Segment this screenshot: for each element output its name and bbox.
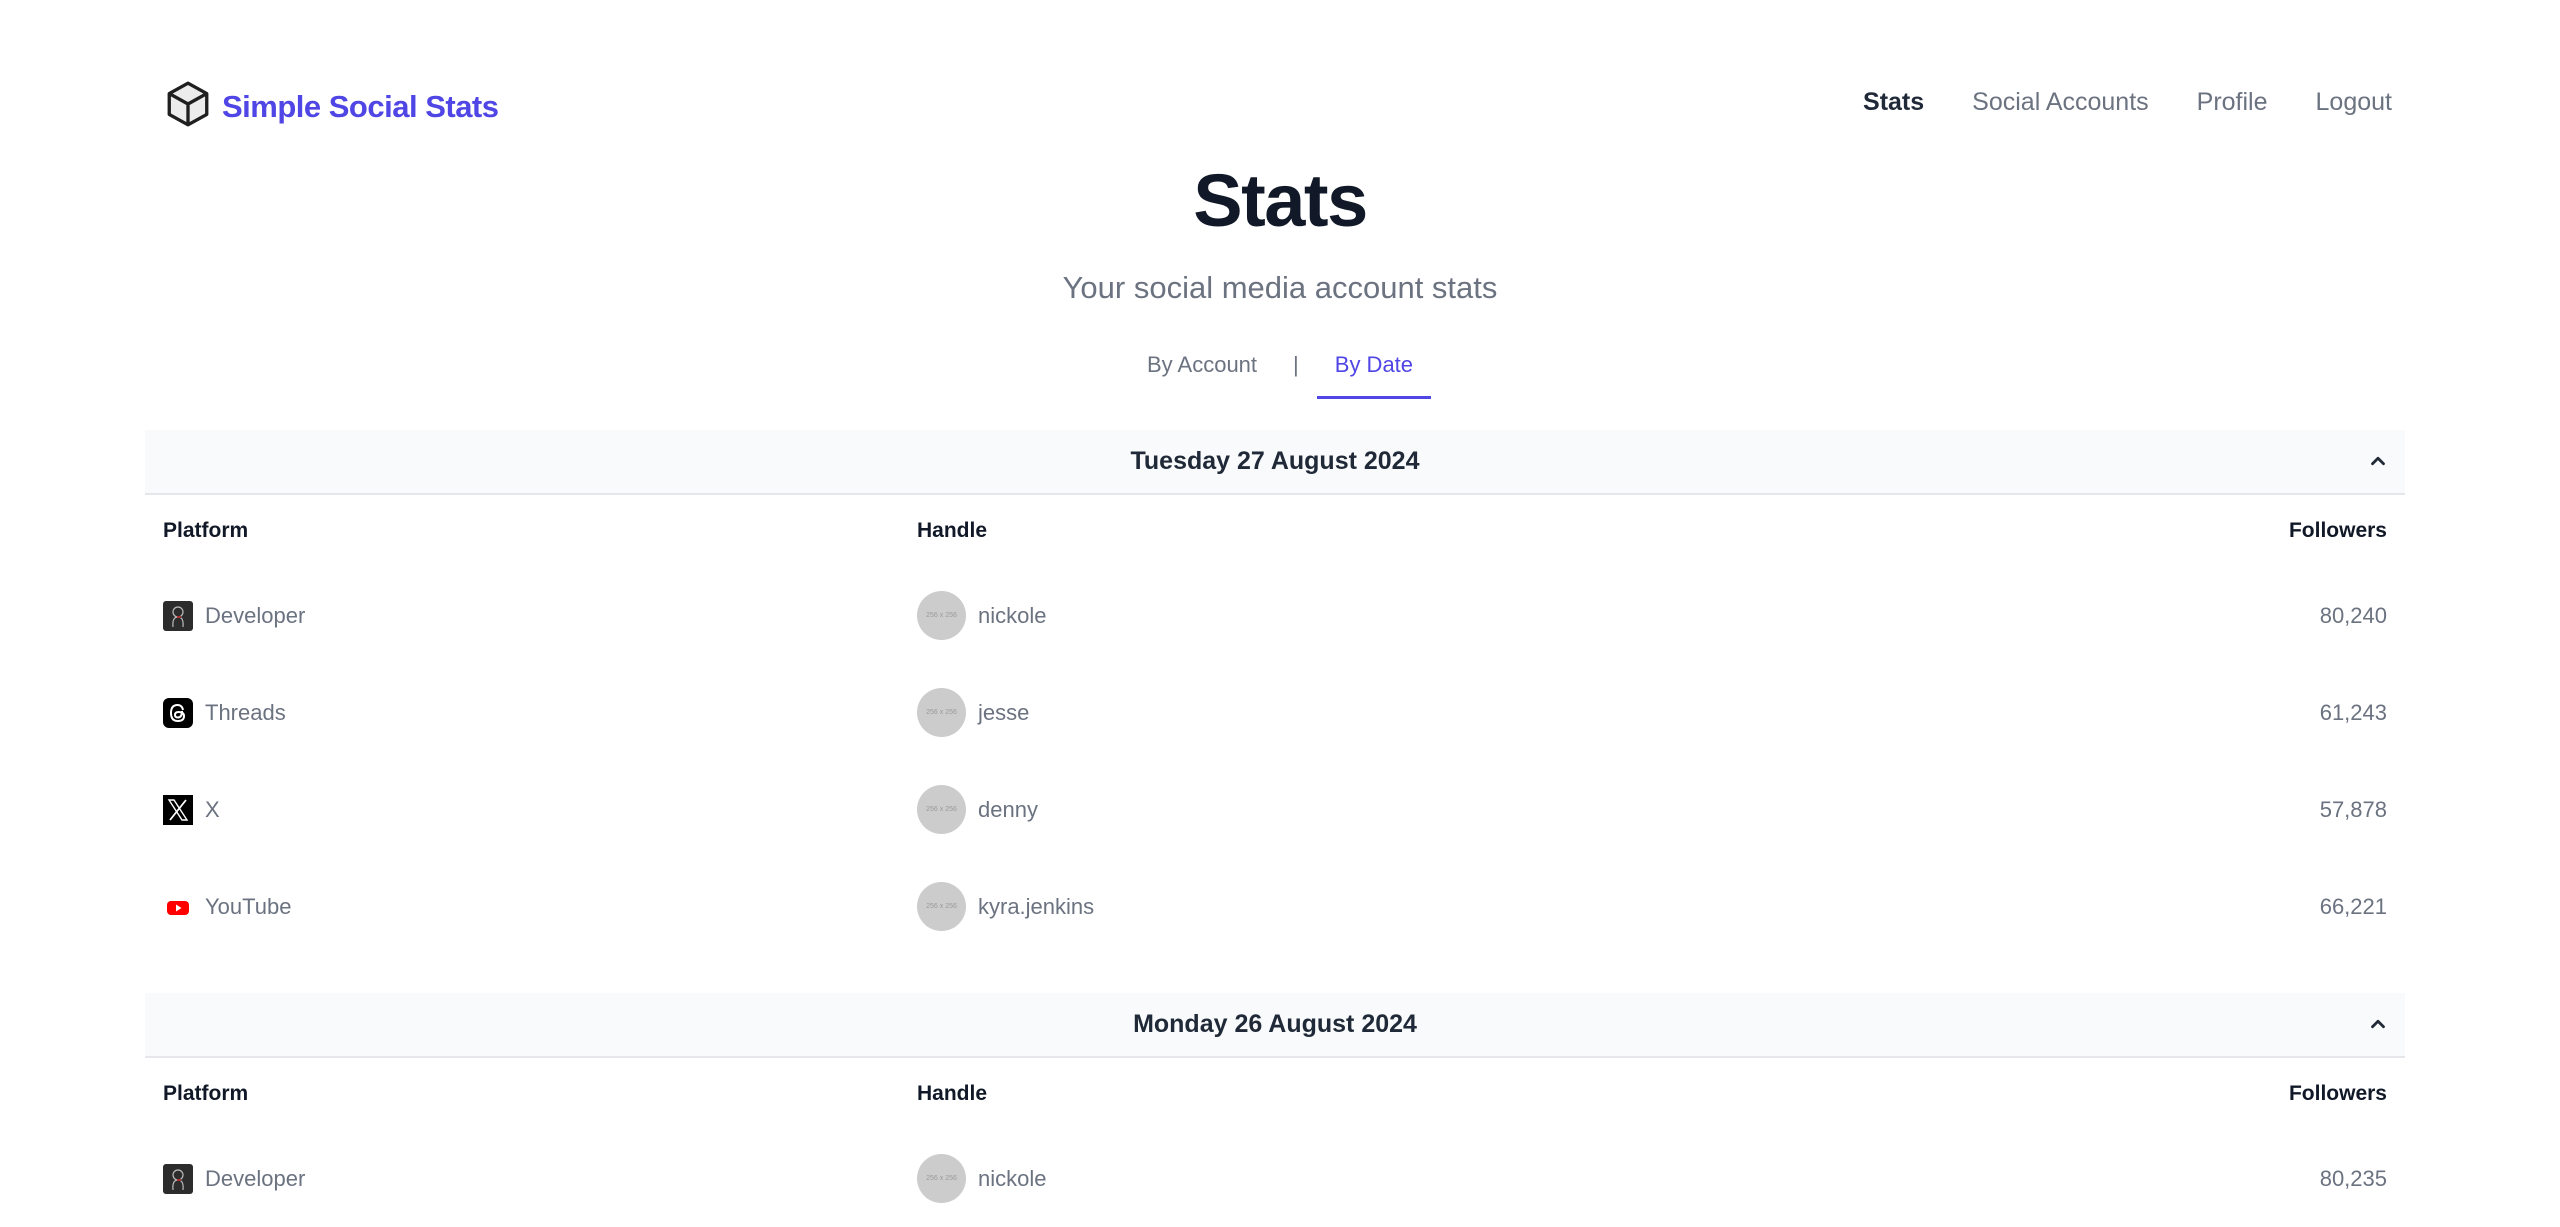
avatar: 256 x 256 bbox=[917, 688, 966, 737]
avatar: 256 x 256 bbox=[917, 882, 966, 931]
column-header-followers: Followers bbox=[2288, 1082, 2387, 1105]
column-header-platform: Platform bbox=[163, 1082, 249, 1105]
followers-count: 61,243 bbox=[2319, 699, 2387, 725]
stats-table: Platform Handle Followers Developer 256 … bbox=[145, 495, 2405, 955]
column-header-handle: Handle bbox=[917, 1082, 988, 1105]
table-header-row: Platform Handle Followers bbox=[145, 1058, 2405, 1130]
platform-name: Developer bbox=[205, 1165, 306, 1191]
main-nav: Stats Social Accounts Profile Logout bbox=[1815, 88, 2392, 117]
column-header-handle: Handle bbox=[917, 519, 988, 542]
platform-name: Threads bbox=[205, 699, 286, 725]
table-row: X 256 x 256 denny 57,878 bbox=[145, 761, 2405, 858]
view-tabs: By Account | By Date bbox=[0, 346, 2560, 399]
chevron-up-icon[interactable] bbox=[2367, 450, 2389, 472]
nav-social-accounts[interactable]: Social Accounts bbox=[1972, 88, 2149, 117]
date-label: Monday 26 August 2024 bbox=[1133, 1010, 1417, 1038]
page-subtitle: Your social media account stats bbox=[1062, 270, 1498, 305]
nav-logout[interactable]: Logout bbox=[2316, 88, 2392, 117]
developer-icon bbox=[163, 600, 193, 631]
followers-count: 57,878 bbox=[2319, 796, 2387, 822]
column-header-platform: Platform bbox=[163, 519, 249, 542]
avatar: 256 x 256 bbox=[917, 1154, 966, 1203]
platform-name: Developer bbox=[205, 602, 306, 628]
youtube-icon bbox=[163, 892, 193, 922]
followers-count: 80,235 bbox=[2319, 1165, 2387, 1191]
avatar: 256 x 256 bbox=[917, 591, 966, 640]
table-row: Threads 256 x 256 jesse 61,243 bbox=[145, 664, 2405, 761]
threads-icon bbox=[163, 697, 193, 728]
date-section: Monday 26 August 2024 Platform Handle Fo… bbox=[145, 993, 2405, 1227]
date-label: Tuesday 27 August 2024 bbox=[1130, 447, 1420, 475]
platform-name: YouTube bbox=[205, 893, 292, 919]
platform-name: X bbox=[205, 796, 220, 822]
table-row: Developer 256 x 256 nickole 80,240 bbox=[145, 567, 2405, 664]
handle: jesse bbox=[978, 699, 1030, 725]
handle: nickole bbox=[978, 1165, 1047, 1191]
table-row: Developer 256 x 256 nickole 80,235 bbox=[145, 1130, 2405, 1227]
developer-icon bbox=[163, 1163, 193, 1194]
tab-separator: | bbox=[1293, 352, 1299, 377]
cube-icon bbox=[163, 78, 213, 135]
handle: kyra.jenkins bbox=[978, 893, 1095, 919]
date-section-header[interactable]: Monday 26 August 2024 bbox=[145, 993, 2405, 1058]
date-section-header[interactable]: Tuesday 27 August 2024 bbox=[145, 430, 2405, 495]
table-row: YouTube 256 x 256 kyra.jenkins 66,221 bbox=[145, 858, 2405, 955]
handle: denny bbox=[978, 796, 1038, 822]
column-header-followers: Followers bbox=[2288, 519, 2387, 542]
page-title: Stats bbox=[1193, 159, 1368, 242]
app-name: Simple Social Stats bbox=[222, 88, 499, 124]
x-icon bbox=[163, 794, 193, 825]
stats-table: Platform Handle Followers Developer 256 … bbox=[145, 1058, 2405, 1227]
date-section: Tuesday 27 August 2024 Platform Handle F… bbox=[145, 430, 2405, 955]
logo-link[interactable]: Simple Social Stats bbox=[163, 78, 499, 135]
nav-profile[interactable]: Profile bbox=[2197, 88, 2268, 117]
tab-by-account[interactable]: By Account bbox=[1129, 346, 1275, 396]
nav-stats[interactable]: Stats bbox=[1863, 88, 1924, 117]
handle: nickole bbox=[978, 602, 1047, 628]
followers-count: 80,240 bbox=[2319, 602, 2387, 628]
table-header-row: Platform Handle Followers bbox=[145, 495, 2405, 567]
tab-by-date[interactable]: By Date bbox=[1316, 346, 1432, 399]
avatar: 256 x 256 bbox=[917, 785, 966, 834]
chevron-up-icon[interactable] bbox=[2367, 1013, 2389, 1035]
followers-count: 66,221 bbox=[2319, 893, 2387, 919]
